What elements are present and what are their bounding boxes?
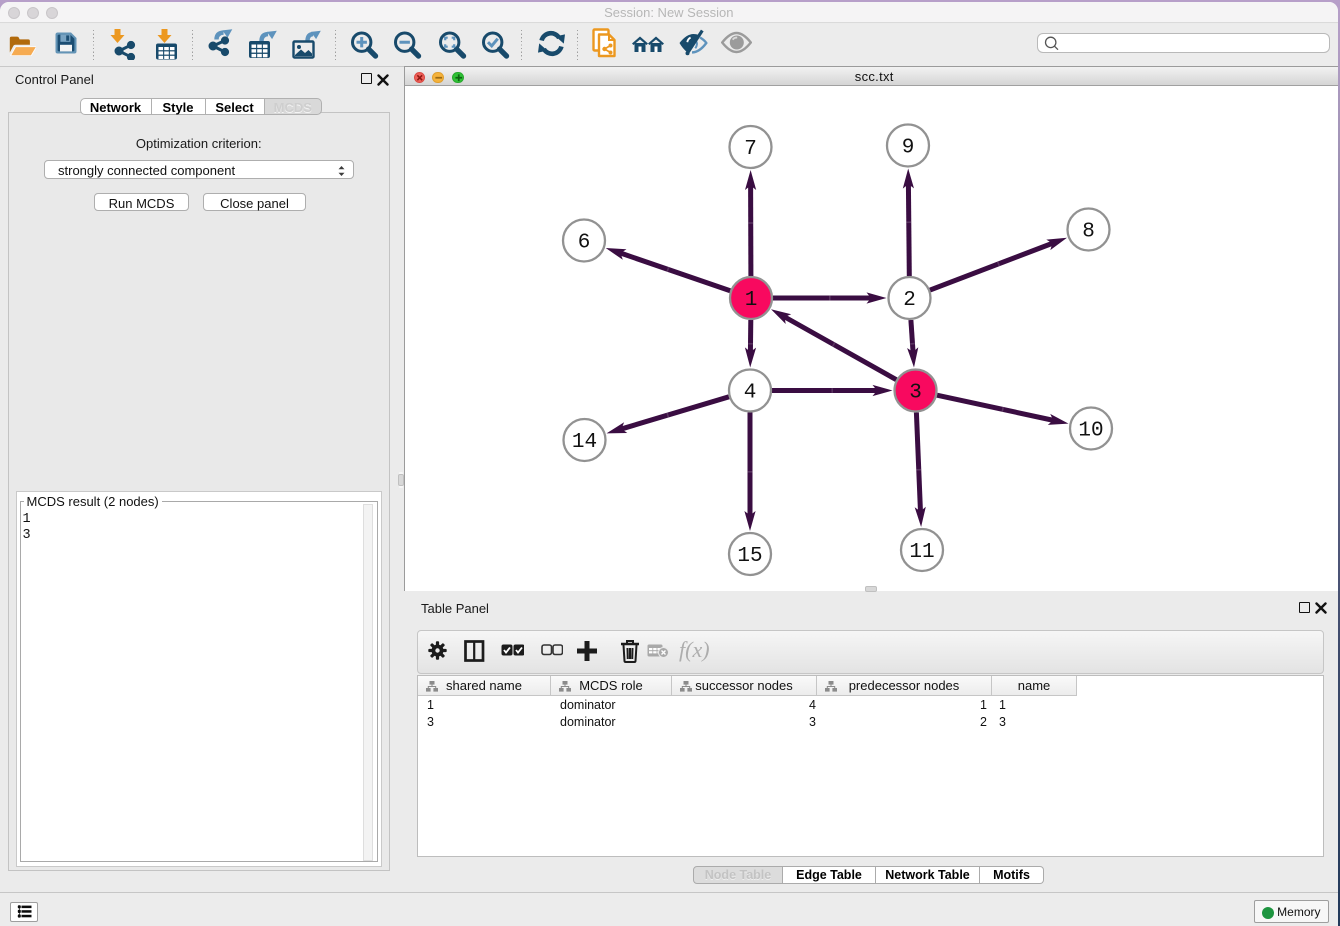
svg-text:9: 9 xyxy=(902,137,915,160)
svg-text:7: 7 xyxy=(744,138,757,161)
svg-text:14: 14 xyxy=(572,431,597,454)
svg-text:2: 2 xyxy=(903,289,916,312)
svg-text:6: 6 xyxy=(578,232,591,255)
svg-text:1: 1 xyxy=(745,289,758,312)
svg-text:10: 10 xyxy=(1078,420,1103,443)
svg-text:3: 3 xyxy=(909,382,922,405)
svg-text:8: 8 xyxy=(1082,221,1095,244)
svg-text:15: 15 xyxy=(737,545,762,568)
svg-text:11: 11 xyxy=(909,541,934,564)
svg-text:4: 4 xyxy=(744,382,757,405)
